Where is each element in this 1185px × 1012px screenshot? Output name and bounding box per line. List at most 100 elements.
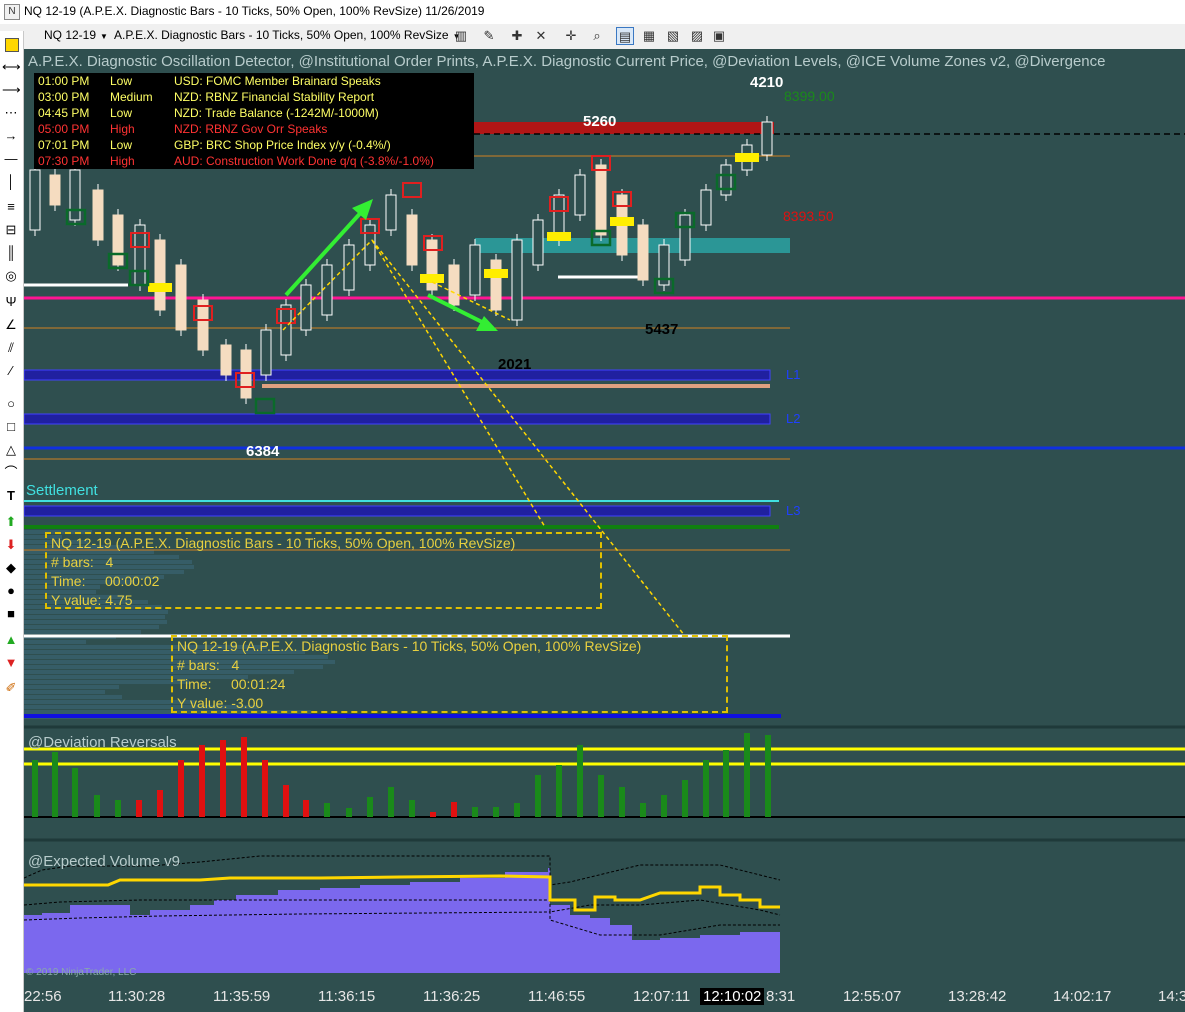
arc-icon[interactable]: ⌒ [2,464,20,482]
properties-icon[interactable]: ▣ [710,27,728,45]
volume-pane-title: @Expected Volume v9 [28,853,180,870]
candle-body [300,284,312,331]
chevron-down-icon: ▼ [100,32,108,41]
deviation-bar [346,808,352,817]
dotted-line-icon[interactable]: ⋯ [2,104,20,122]
deviation-bar [388,787,394,817]
candle-body [448,264,460,306]
candle-body [490,259,502,311]
candle-body [406,214,418,266]
vertical-line-icon[interactable]: │ [2,173,20,191]
bar-type-selector[interactable]: A.P.E.X. Diagnostic Bars - 10 Ticks, 50%… [114,28,461,42]
channel-icon[interactable]: ⫽ [2,339,20,357]
chart-canvas[interactable] [24,49,1185,984]
bar-type-label: A.P.E.X. Diagnostic Bars - 10 Ticks, 50%… [114,28,449,42]
time-tick: 12:55:07 [843,988,902,1005]
pitchfork-icon[interactable]: Ψ [2,293,20,311]
horizontal-line-icon[interactable]: — [2,150,20,168]
time-tick: 8:31 [766,988,796,1005]
instrument-selector[interactable]: NQ 12-19 ▼ [44,28,108,42]
triangle-up-green-icon[interactable]: ▲ [2,631,20,649]
news-impact: High [110,154,135,168]
drawing-tools-sidebar: ⟷ ⟶ ⋯ → — │ ≡ ⊟ ║ ◎ Ψ ∠ ⫽ ⁄ ○ □ △ ⌒ T ⬆ … [0,31,24,1012]
yellow-marker [610,217,634,226]
deviation-bar [556,765,562,817]
arrow-left-right-icon[interactable]: ⟷ [2,58,21,76]
deviation-bar [409,800,415,817]
time-tick: 12:10:02 [700,988,765,1005]
profile-row [24,615,165,619]
price-label-down: 8393.50 [783,208,834,224]
candle-body [92,189,104,241]
candle-body [154,239,166,311]
circle-target-icon[interactable]: ◎ [2,267,20,285]
yellow-square-icon[interactable] [2,35,20,53]
strategies-icon[interactable]: ▧ [664,27,682,45]
candle-body [175,264,187,331]
resistance-zone [474,122,774,134]
arrow-down-red-icon[interactable]: ⬇ [2,536,20,554]
infobox-value: 4 [105,554,114,570]
app-icon: N [4,4,20,20]
candle-body [29,169,41,231]
deviation-bar [52,752,58,817]
indicators-icon[interactable]: ▦ [640,27,658,45]
zoom-icon[interactable]: ⌕ [588,27,606,45]
diamond-icon[interactable]: ◆ [2,559,20,577]
news-impact: Low [110,138,133,152]
count-label: 5260 [583,113,617,130]
news-impact: Low [110,106,133,120]
remove-icon[interactable]: ✕ [532,27,550,45]
deviation-bar [535,775,541,817]
news-event: AUD: Construction Work Done q/q (-3.8%/-… [174,154,434,168]
level-label: L3 [786,503,801,518]
chart-area[interactable] [24,49,1185,984]
fib-lines-icon[interactable]: ≡ [2,198,20,216]
double-line-icon[interactable]: ⁄ [2,362,20,380]
pencil-icon[interactable]: ✎ [480,27,498,45]
arrow-right-icon[interactable]: → [2,127,20,145]
bar-style-icon[interactable]: ▥ [452,27,470,45]
deviation-bar [577,745,583,817]
arrow-up-green-icon[interactable]: ⬆ [2,513,20,531]
square-icon[interactable]: ■ [2,605,20,623]
news-time: 05:00 PM [38,122,90,136]
angle-icon[interactable]: ∠ [2,316,20,334]
ellipse-icon[interactable]: ○ [2,395,20,413]
data-box-icon[interactable]: ▨ [688,27,706,45]
measure-infobox[interactable]: NQ 12-19 (A.P.E.X. Diagnostic Bars - 10 … [45,532,602,609]
news-row: 05:00 PM High NZD: RBNZ Gov Orr Speaks [34,121,474,137]
profile-row [24,685,119,689]
level-l1-band [24,369,771,381]
profile-row [24,700,195,704]
news-time: 07:01 PM [38,138,90,152]
count-label: 2021 [498,356,532,373]
news-event: NZD: RBNZ Gov Orr Speaks [174,122,328,136]
dot-icon[interactable]: ● [2,582,20,600]
triangle-icon[interactable]: △ [2,441,20,459]
measure-infobox[interactable]: NQ 12-19 (A.P.E.X. Diagnostic Bars - 10 … [171,635,728,713]
gann-lines-icon[interactable]: ║ [2,244,20,262]
crosshair-icon[interactable]: ✛ [562,27,580,45]
candle-body [595,164,607,236]
deviation-bar [661,795,667,817]
chart-trader-icon[interactable]: ▤ [616,27,634,45]
news-event: GBP: BRC Shop Price Index y/y (-0.4%/) [174,138,391,152]
count-label: 5437 [645,321,679,338]
deviation-bar [598,775,604,817]
rectangle-icon[interactable]: □ [2,418,20,436]
deviation-bar [94,795,100,817]
add-indicator-icon[interactable]: ✚ [508,27,526,45]
infobox-label: # bars: [51,554,94,570]
fib-ext-icon[interactable]: ⊟ [2,221,20,239]
time-axis[interactable]: 22:56 11:30:28 11:35:59 11:36:15 11:36:25 11:… [24,984,1185,1012]
news-row: 01:00 PM Low USD: FOMC Member Brainard Spe… [34,73,474,89]
infobox-value: 00:00:02 [104,573,160,589]
ruler-icon[interactable]: ✐ [2,679,20,697]
infobox-value: 00:01:24 [230,676,286,692]
line-arrow-icon[interactable]: ⟶ [2,81,21,99]
candle-body [469,244,481,296]
deviation-bar [72,768,78,817]
triangle-down-red-icon[interactable]: ▼ [2,654,20,672]
text-icon[interactable]: T [2,487,20,505]
